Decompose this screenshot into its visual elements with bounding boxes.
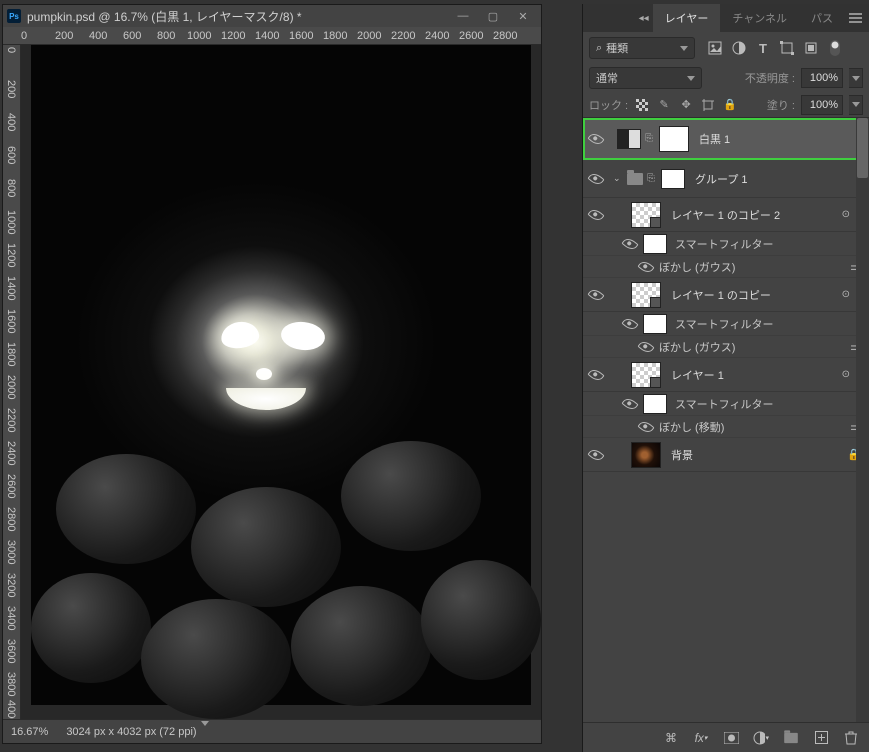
tab-channels[interactable]: チャンネル: [720, 4, 799, 32]
smartobject-thumb: [631, 282, 661, 308]
document-window: Ps pumpkin.psd @ 16.7% (白黒 1, レイヤーマスク/8)…: [2, 4, 542, 744]
filter-mask-thumb: [643, 394, 667, 414]
dimensions-display[interactable]: 3024 px x 4032 px (72 ppi): [66, 726, 208, 738]
panel-footer: ⌘ fx▾ ▾: [583, 722, 869, 752]
link-icon: ⎘: [647, 173, 657, 184]
zoom-display[interactable]: 16.67%: [11, 726, 48, 738]
link-icon: ⎘: [645, 133, 655, 144]
layer-filter-select[interactable]: ⌕ 種類: [589, 37, 695, 59]
layer-name[interactable]: 背景: [665, 447, 843, 463]
layer-thumb: [631, 442, 661, 468]
fill-input[interactable]: 100%: [801, 95, 843, 115]
smartfilter-header[interactable]: スマートフィルター: [583, 232, 869, 256]
maximize-button[interactable]: ▢: [479, 7, 507, 25]
new-group-icon[interactable]: [783, 730, 799, 746]
search-icon: ⌕: [596, 42, 602, 55]
visibility-toggle[interactable]: [633, 262, 659, 272]
layer-name[interactable]: 白黒 1: [693, 131, 861, 147]
smartobject-thumb: [631, 362, 661, 388]
document-title: pumpkin.psd @ 16.7% (白黒 1, レイヤーマスク/8) *: [27, 8, 443, 25]
layer-name[interactable]: グループ 1: [689, 171, 861, 187]
ruler-horizontal[interactable]: 0 200 400 600 800 1000 1200 1400 1600 18…: [3, 27, 541, 45]
panel-menu-icon[interactable]: [845, 4, 865, 32]
fx-badge-icon[interactable]: ⊙: [842, 209, 850, 220]
layer-copy1[interactable]: レイヤー 1 のコピー ⊙ ˆ: [583, 278, 869, 312]
fill-label: 塗り :: [767, 97, 795, 113]
fill-dropdown[interactable]: [849, 95, 863, 115]
layer-1[interactable]: レイヤー 1 ⊙ ˆ: [583, 358, 869, 392]
lock-paint-icon[interactable]: ✎: [656, 97, 672, 113]
layer-fx-icon[interactable]: fx▾: [693, 730, 709, 746]
opacity-input[interactable]: 100%: [801, 68, 843, 88]
visibility-toggle[interactable]: [633, 422, 659, 432]
filter-move[interactable]: ぼかし (移動) ⚌: [583, 416, 869, 438]
layers-panel: ◂◂ レイヤー チャンネル パス ⌕ 種類 T 通常 不透明度 : 100% ロ…: [582, 4, 869, 752]
layer-copy2[interactable]: レイヤー 1 のコピー 2 ⊙ ˆ: [583, 198, 869, 232]
lock-all-icon[interactable]: 🔒: [722, 97, 738, 113]
layer-group1[interactable]: ⌄ ⎘ グループ 1: [583, 160, 869, 198]
statusbar: 16.67% 3024 px x 4032 px (72 ppi): [3, 719, 541, 743]
adjustment-thumb: [617, 129, 641, 149]
link-layers-icon[interactable]: ⌘: [663, 730, 679, 746]
close-button[interactable]: ✕: [509, 7, 537, 25]
app-icon: Ps: [7, 9, 21, 23]
filter-type-icon[interactable]: T: [755, 40, 771, 56]
visibility-toggle[interactable]: [583, 174, 609, 184]
filter-mask-thumb: [643, 314, 667, 334]
filter-gauss[interactable]: ぼかし (ガウス) ⚌: [583, 336, 869, 358]
filter-toggle-icon[interactable]: [827, 40, 843, 56]
lock-label: ロック :: [589, 97, 628, 113]
delete-layer-icon[interactable]: [843, 730, 859, 746]
collapse-icon[interactable]: ◂◂: [635, 4, 653, 32]
mask-thumb[interactable]: [659, 126, 689, 152]
filter-gauss[interactable]: ぼかし (ガウス) ⚌: [583, 256, 869, 278]
opacity-dropdown[interactable]: [849, 68, 863, 88]
fx-badge-icon[interactable]: ⊙: [842, 289, 850, 300]
filter-shape-icon[interactable]: [779, 40, 795, 56]
layers-scrollbar[interactable]: [856, 118, 869, 722]
smartfilter-header[interactable]: スマートフィルター: [583, 312, 869, 336]
layers-list: ⎘ 白黒 1 ⌄ ⎘ グループ 1 レイヤー 1 のコピー 2 ⊙ ˆ スマート: [583, 118, 869, 722]
image-preview: [31, 45, 531, 705]
layer-name[interactable]: レイヤー 1: [665, 367, 838, 383]
panel-tabs: ◂◂ レイヤー チャンネル パス: [583, 4, 869, 32]
visibility-toggle[interactable]: [617, 399, 643, 409]
filter-pixel-icon[interactable]: [707, 40, 723, 56]
ruler-vertical[interactable]: 0 200 400 600 800 1000 1200 1400 1600 18…: [3, 45, 21, 719]
lock-artboard-icon[interactable]: [700, 97, 716, 113]
disclosure-icon[interactable]: ⌄: [613, 173, 623, 184]
visibility-toggle[interactable]: [583, 210, 609, 220]
filter-mask-thumb: [643, 234, 667, 254]
new-layer-icon[interactable]: [813, 730, 829, 746]
layer-mask-icon[interactable]: [723, 730, 739, 746]
layer-adjustment-bw[interactable]: ⎘ 白黒 1: [583, 118, 869, 160]
lock-transparency-icon[interactable]: [634, 97, 650, 113]
blend-mode-select[interactable]: 通常: [589, 67, 702, 89]
canvas[interactable]: [21, 45, 541, 719]
opacity-label: 不透明度 :: [745, 70, 795, 86]
folder-icon: [627, 173, 643, 185]
visibility-toggle[interactable]: [583, 134, 609, 144]
mask-thumb[interactable]: [661, 169, 685, 189]
minimize-button[interactable]: —: [449, 7, 477, 25]
lock-position-icon[interactable]: ✥: [678, 97, 694, 113]
titlebar: Ps pumpkin.psd @ 16.7% (白黒 1, レイヤーマスク/8)…: [3, 5, 541, 27]
visibility-toggle[interactable]: [583, 290, 609, 300]
visibility-toggle[interactable]: [633, 342, 659, 352]
tab-layers[interactable]: レイヤー: [653, 4, 721, 32]
visibility-toggle[interactable]: [617, 319, 643, 329]
smartfilter-header[interactable]: スマートフィルター: [583, 392, 869, 416]
adjustment-layer-icon[interactable]: ▾: [753, 730, 769, 746]
layer-background[interactable]: 背景 🔒: [583, 438, 869, 472]
smartobject-thumb: [631, 202, 661, 228]
layer-name[interactable]: レイヤー 1 のコピー 2: [665, 207, 838, 223]
layer-name[interactable]: レイヤー 1 のコピー: [665, 287, 838, 303]
filter-smart-icon[interactable]: [803, 40, 819, 56]
visibility-toggle[interactable]: [583, 450, 609, 460]
filter-adjust-icon[interactable]: [731, 40, 747, 56]
visibility-toggle[interactable]: [617, 239, 643, 249]
fx-badge-icon[interactable]: ⊙: [842, 369, 850, 380]
visibility-toggle[interactable]: [583, 370, 609, 380]
tab-paths[interactable]: パス: [799, 4, 845, 32]
